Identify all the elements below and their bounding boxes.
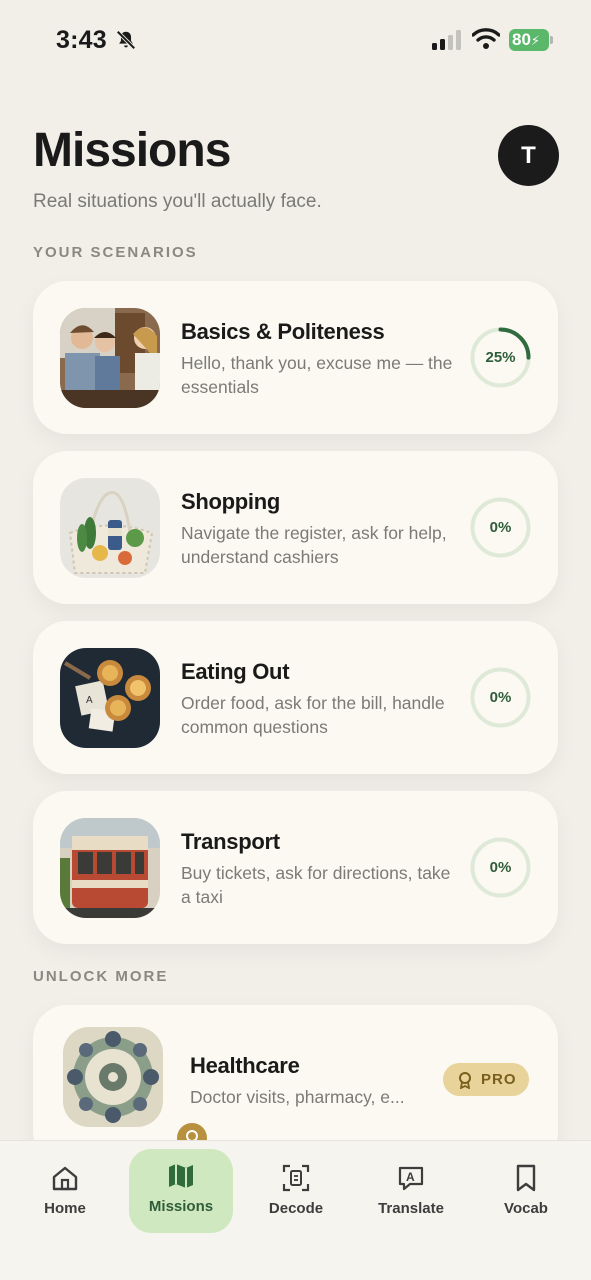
tab-label: Translate: [378, 1200, 444, 1217]
tab-label: Vocab: [504, 1200, 548, 1217]
scenario-title: Basics & Politeness: [181, 319, 385, 344]
tab-label: Home: [44, 1200, 86, 1217]
progress-ring: 0%: [469, 836, 532, 899]
transport-thumbnail: [60, 818, 160, 918]
tab-home[interactable]: Home: [15, 1151, 115, 1233]
tab-missions[interactable]: Missions: [129, 1149, 233, 1233]
battery-level: 80: [512, 30, 531, 49]
section-label-scenarios: YOUR SCENARIOS: [33, 244, 198, 261]
tab-label: Decode: [268, 1200, 324, 1217]
progress-percent: 25%: [485, 349, 516, 366]
scenario-card-shopping[interactable]: Shopping Navigate the register, ask for …: [33, 451, 558, 604]
progress-ring: 0%: [469, 496, 532, 559]
progress-percent: 0%: [489, 859, 512, 876]
locked-description: Doctor visits, pharmacy, e...: [190, 1087, 405, 1107]
wifi-icon: [472, 28, 500, 49]
scenario-card-transport[interactable]: Transport Buy tickets, ask for direction…: [33, 791, 558, 944]
award-icon: [459, 1072, 471, 1089]
pro-badge[interactable]: PRO: [443, 1063, 529, 1096]
tab-bar: Home Missions Decode A Translate Vocab: [0, 1140, 591, 1280]
status-bar: 3:43 80⚡: [0, 0, 591, 80]
tab-translate[interactable]: A Translate: [361, 1151, 461, 1233]
status-time: 3:43: [56, 26, 107, 54]
scenario-description: Navigate the register, ask for help, und…: [181, 523, 447, 567]
scenario-card-basics[interactable]: Basics & Politeness Hello, thank you, ex…: [33, 281, 558, 434]
pro-label: PRO: [481, 1071, 517, 1088]
section-label-unlock: UNLOCK MORE: [33, 968, 169, 985]
scenario-title: Transport: [181, 829, 280, 854]
locked-title: Healthcare: [190, 1053, 300, 1078]
bell-muted-icon: [116, 30, 136, 50]
page-title: Missions: [33, 124, 231, 177]
avatar[interactable]: T: [498, 125, 559, 186]
scenario-description: Buy tickets, ask for directions, take a …: [181, 863, 451, 907]
progress-percent: 0%: [489, 689, 512, 706]
map-icon: [169, 1164, 193, 1188]
scenario-description: Hello, thank you, excuse me — the essent…: [181, 353, 453, 397]
eating-out-thumbnail: A: [60, 648, 160, 748]
decode-icon: [282, 1164, 310, 1192]
basics-thumbnail: [60, 308, 160, 408]
scenario-title: Shopping: [181, 489, 281, 514]
progress-ring: 25%: [469, 326, 532, 389]
scenario-description: Order food, ask for the bill, handle com…: [181, 693, 445, 737]
scenario-title: Eating Out: [181, 659, 290, 684]
scenario-card-eating-out[interactable]: A Eating Out Order food, ask for the bil…: [33, 621, 558, 774]
progress-ring: 0%: [469, 666, 532, 729]
home-icon: [52, 1166, 78, 1191]
svg-text:A: A: [406, 1170, 415, 1184]
bookmark-icon: [516, 1164, 536, 1192]
shopping-thumbnail: [60, 478, 160, 578]
translate-icon: A: [398, 1166, 424, 1191]
healthcare-thumbnail: [63, 1027, 163, 1127]
tab-decode[interactable]: Decode: [246, 1151, 346, 1233]
cellular-signal-icon: [432, 30, 461, 50]
battery-icon: 80⚡: [509, 29, 553, 51]
progress-percent: 0%: [489, 519, 512, 536]
svg-text:A: A: [86, 695, 93, 706]
page-subtitle: Real situations you'll actually face.: [33, 191, 322, 212]
tab-label: Missions: [148, 1198, 214, 1215]
tab-vocab[interactable]: Vocab: [476, 1151, 576, 1233]
